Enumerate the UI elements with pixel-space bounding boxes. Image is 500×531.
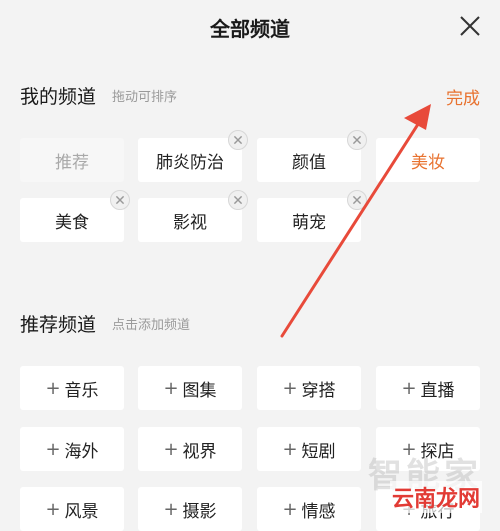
my-channel-tile[interactable]: 颜值 — [257, 130, 367, 182]
plus-icon: + — [45, 377, 61, 399]
recommended-channels-title: 推荐频道 — [20, 314, 97, 336]
channel-label: 海外 — [64, 441, 99, 462]
channel-label: 情感 — [301, 501, 336, 522]
channel-label: 图集 — [182, 380, 217, 401]
add-channel-tile[interactable]: + 海外 — [20, 427, 124, 471]
remove-icon[interactable] — [228, 190, 248, 210]
remove-icon[interactable] — [110, 190, 130, 210]
add-channel-tile[interactable]: + 情感 — [257, 487, 361, 531]
watermark-site: 云南龙网 — [389, 481, 482, 513]
remove-icon[interactable] — [347, 130, 367, 150]
channel-label: 穿搭 — [301, 380, 336, 401]
channel-label: 影视 — [173, 212, 207, 233]
add-channel-tile[interactable]: + 穿搭 — [257, 366, 361, 410]
add-channel-tile[interactable]: + 图集 — [138, 366, 242, 410]
add-channel-tile[interactable]: + 视界 — [138, 427, 242, 471]
plus-icon: + — [45, 498, 61, 520]
add-channel-tile[interactable]: + 摄影 — [138, 487, 242, 531]
remove-icon[interactable] — [228, 130, 248, 150]
plus-icon: + — [163, 498, 179, 520]
plus-icon: + — [401, 377, 417, 399]
plus-icon: + — [282, 498, 298, 520]
plus-icon: + — [163, 438, 179, 460]
add-channel-tile[interactable]: + 风景 — [20, 487, 124, 531]
plus-icon: + — [282, 377, 298, 399]
plus-icon: + — [163, 377, 179, 399]
my-channels-title: 我的频道 — [20, 86, 97, 108]
channel-label: 直播 — [420, 380, 455, 401]
my-channels-hint: 拖动可排序 — [112, 90, 178, 105]
plus-icon: + — [45, 438, 61, 460]
channel-label: 短剧 — [301, 441, 336, 462]
close-icon[interactable] — [458, 14, 482, 38]
remove-icon[interactable] — [347, 190, 367, 210]
channel-label: 风景 — [64, 501, 99, 522]
channel-label: 美食 — [55, 212, 89, 233]
channel-label: 颜值 — [292, 152, 326, 173]
channel-label: 肺炎防治 — [156, 152, 224, 173]
my-channel-tile[interactable]: 美食 — [20, 190, 130, 242]
done-button[interactable]: 完成 — [446, 84, 480, 109]
add-channel-tile[interactable]: + 音乐 — [20, 366, 124, 410]
my-channel-tile[interactable]: 美妆 — [376, 138, 480, 182]
add-channel-tile[interactable]: + 直播 — [376, 366, 480, 410]
page-title: 全部频道 — [210, 17, 290, 41]
recommended-channels-hint: 点击添加频道 — [112, 318, 191, 333]
channel-label: 美妆 — [411, 152, 445, 173]
my-channel-tile[interactable]: 影视 — [138, 190, 248, 242]
add-channel-tile[interactable]: + 短剧 — [257, 427, 361, 471]
channel-label: 视界 — [182, 441, 217, 462]
channel-label: 推荐 — [55, 152, 89, 173]
channel-label: 摄影 — [182, 501, 217, 522]
my-channel-tile[interactable]: 萌宠 — [257, 190, 367, 242]
plus-icon: + — [282, 438, 298, 460]
channel-label: 萌宠 — [292, 212, 326, 233]
my-channel-tile[interactable]: 肺炎防治 — [138, 130, 248, 182]
channel-label: 音乐 — [64, 380, 99, 401]
my-channel-tile[interactable]: 推荐 — [20, 138, 124, 182]
header: 全部频道 — [0, 0, 500, 56]
